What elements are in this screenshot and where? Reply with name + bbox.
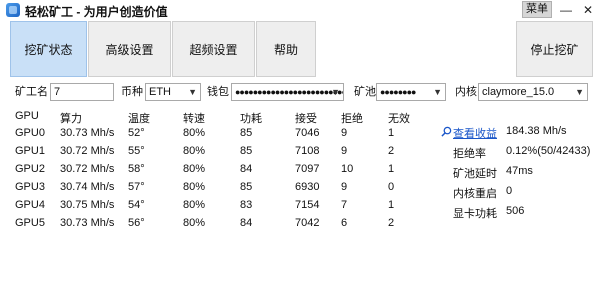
window-title: 轻松矿工 - 为用户创造价值	[25, 5, 168, 19]
cell-gpu: GPU2	[15, 163, 45, 175]
cell-gpu: GPU4	[15, 199, 45, 211]
kernel-label: 内核	[455, 86, 477, 98]
stop-mining-button[interactable]: 停止挖矿	[516, 21, 593, 77]
cell-hashrate: 30.72 Mh/s	[60, 145, 115, 157]
col-header-gpu: GPU	[15, 110, 39, 122]
pool-select-value: ●●●●●●●●	[380, 87, 416, 97]
wallet-label: 钱包	[207, 86, 229, 98]
cell-accepted: 7154	[295, 199, 320, 211]
col-header-rejected: 拒绝	[341, 113, 363, 125]
chevron-down-icon: ▼	[575, 87, 584, 97]
cell-invalid: 0	[388, 181, 395, 193]
kernel-select[interactable]: claymore_15.0 ▼	[478, 83, 588, 101]
kernel-select-value: claymore_15.0	[482, 86, 555, 98]
cell-accepted: 7042	[295, 217, 320, 229]
tab-help[interactable]: 帮助	[256, 21, 316, 77]
chevron-down-icon: ▼	[433, 87, 442, 97]
cell-invalid: 1	[388, 127, 395, 139]
tab-advanced-settings[interactable]: 高级设置	[88, 21, 171, 77]
cell-rejected: 6	[341, 217, 348, 229]
col-header-invalid: 无效	[388, 113, 410, 125]
view-earnings-link[interactable]: 查看收益	[453, 125, 497, 141]
kernel-restart-value: 0	[506, 185, 513, 197]
cell-hashrate: 30.74 Mh/s	[60, 181, 115, 193]
cell-hashrate: 30.73 Mh/s	[60, 127, 115, 139]
cell-fan: 80%	[183, 145, 206, 157]
cell-rejected: 10	[341, 163, 354, 175]
cell-hashrate: 30.73 Mh/s	[60, 217, 115, 229]
wallet-select-value: ●●●●●●●●●●●●●●●●●●●●●●●●●●	[235, 87, 344, 97]
cell-temp: 56°	[128, 217, 145, 229]
cell-accepted: 7046	[295, 127, 320, 139]
cell-power: 85	[240, 145, 253, 157]
cell-fan: 80%	[183, 127, 206, 139]
magnifier-icon	[441, 126, 452, 137]
cell-rejected: 7	[341, 199, 348, 211]
chevron-down-icon: ▼	[331, 87, 340, 97]
col-header-hashrate: 算力	[60, 113, 82, 125]
cell-power: 83	[240, 199, 253, 211]
col-header-accepted: 接受	[295, 113, 317, 125]
pool-latency-label: 矿池延时	[453, 168, 497, 180]
cell-accepted: 7108	[295, 145, 320, 157]
pool-label: 矿池	[354, 86, 376, 98]
cell-power: 85	[240, 127, 253, 139]
cell-invalid: 2	[388, 145, 395, 157]
cell-temp: 58°	[128, 163, 145, 175]
col-header-temp: 温度	[128, 113, 150, 125]
reject-rate-value: 0.12%(50/42433)	[506, 145, 591, 157]
cell-hashrate: 30.75 Mh/s	[60, 199, 115, 211]
cell-gpu: GPU3	[15, 181, 45, 193]
minimize-icon[interactable]: —	[556, 1, 576, 19]
col-header-fan: 转速	[183, 113, 205, 125]
cell-temp: 54°	[128, 199, 145, 211]
cell-accepted: 7097	[295, 163, 320, 175]
app-logo-icon	[6, 3, 20, 17]
cell-power: 84	[240, 217, 253, 229]
cell-accepted: 6930	[295, 181, 320, 193]
cell-invalid: 1	[388, 199, 395, 211]
tab-mining-status[interactable]: 挖矿状态	[10, 21, 87, 77]
cell-fan: 80%	[183, 217, 206, 229]
cell-gpu: GPU0	[15, 127, 45, 139]
reject-rate-label: 拒绝率	[453, 148, 486, 160]
coin-select[interactable]: ETH ▼	[145, 83, 201, 101]
close-icon[interactable]: ✕	[578, 1, 598, 19]
menu-button[interactable]: 菜单	[522, 1, 552, 18]
cell-fan: 80%	[183, 181, 206, 193]
tab-overclock-settings[interactable]: 超频设置	[172, 21, 255, 77]
coin-select-value: ETH	[149, 86, 171, 98]
cell-temp: 52°	[128, 127, 145, 139]
cell-rejected: 9	[341, 145, 348, 157]
cell-invalid: 1	[388, 163, 395, 175]
cell-power: 84	[240, 163, 253, 175]
title-bar: 轻松矿工 - 为用户创造价值 菜单 — ✕	[0, 0, 600, 20]
cell-temp: 55°	[128, 145, 145, 157]
pool-select[interactable]: ●●●●●●●● ▼	[376, 83, 446, 101]
cell-invalid: 2	[388, 217, 395, 229]
col-header-power: 功耗	[240, 113, 262, 125]
coin-label: 币种	[121, 86, 143, 98]
miner-name-label: 矿工名	[15, 86, 48, 98]
cell-rejected: 9	[341, 127, 348, 139]
pool-latency-value: 47ms	[506, 165, 533, 177]
cell-temp: 57°	[128, 181, 145, 193]
miner-name-input[interactable]: 7	[50, 83, 114, 101]
gpu-power-label: 显卡功耗	[453, 208, 497, 220]
cell-rejected: 9	[341, 181, 348, 193]
cell-fan: 80%	[183, 163, 206, 175]
cell-fan: 80%	[183, 199, 206, 211]
gpu-power-value: 506	[506, 205, 525, 217]
total-hashrate-value: 184.38 Mh/s	[506, 125, 567, 137]
cell-power: 85	[240, 181, 253, 193]
cell-gpu: GPU5	[15, 217, 45, 229]
cell-gpu: GPU1	[15, 145, 45, 157]
wallet-select[interactable]: ●●●●●●●●●●●●●●●●●●●●●●●●●● ▼	[231, 83, 344, 101]
chevron-down-icon: ▼	[188, 87, 197, 97]
cell-hashrate: 30.72 Mh/s	[60, 163, 115, 175]
kernel-restart-label: 内核重启	[453, 188, 497, 200]
